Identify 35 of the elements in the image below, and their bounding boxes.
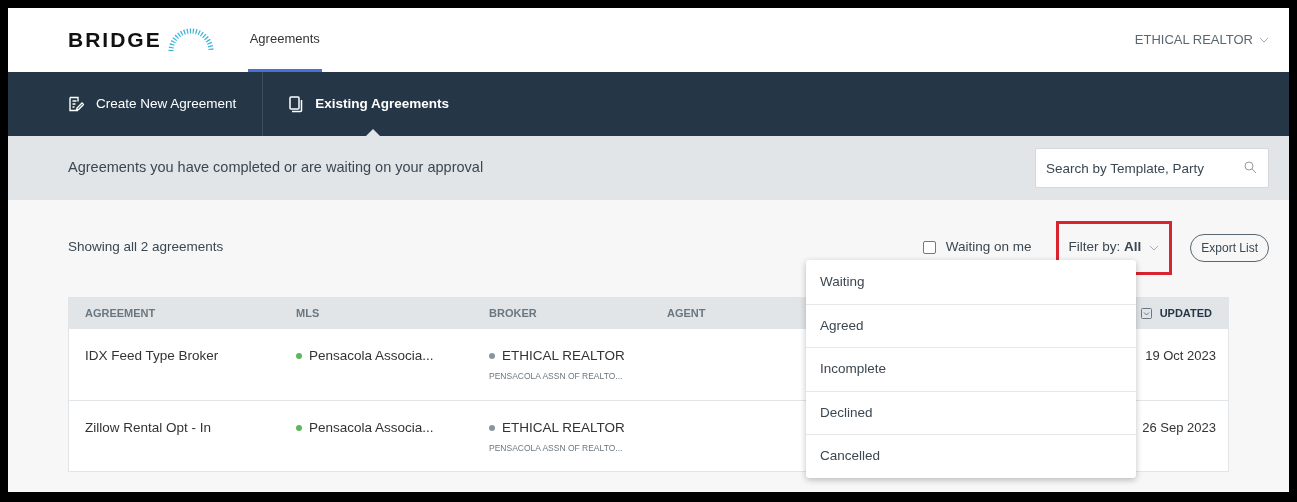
logo-arc-icon	[167, 28, 214, 52]
filter-option[interactable]: Declined	[806, 390, 1136, 434]
checkbox-label: Waiting on me	[945, 238, 1032, 257]
logo-text: BRIDGE	[68, 27, 162, 54]
result-count: Showing all 2 agreements	[68, 238, 224, 257]
filter-option[interactable]: Waiting	[806, 260, 1136, 304]
page-description: Agreements you have completed or are waiting on your approval	[68, 158, 484, 178]
broker-name: ETHICAL REALTOR	[502, 419, 625, 437]
updated-date: 26 Sep 2023	[1142, 419, 1217, 437]
agreement-name[interactable]: Zillow Rental Opt - In	[69, 418, 212, 439]
search-field[interactable]: Search by Template, Party	[1035, 148, 1269, 188]
filter-option[interactable]: Cancelled	[806, 434, 1136, 478]
column-header[interactable]: BROKER	[489, 305, 537, 322]
sort-icon[interactable]	[1140, 308, 1152, 319]
documents-icon	[289, 95, 304, 113]
column-header[interactable]: AGREEMENT	[69, 305, 156, 322]
column-header[interactable]: UPDATED	[1159, 305, 1212, 322]
agreement-name[interactable]: IDX Feed Type Broker	[69, 346, 219, 367]
chevron-down-icon	[1259, 37, 1269, 43]
broker-office: PENSACOLA ASSN OF REALTO...	[489, 442, 624, 455]
column-header[interactable]: AGENT	[667, 305, 706, 322]
waiting-checkbox[interactable]	[922, 241, 936, 254]
search-icon	[1244, 161, 1257, 174]
mls-name: Pensacola Associa...	[309, 347, 434, 365]
filter-option[interactable]: Agreed	[806, 303, 1136, 347]
broker-name: ETHICAL REALTOR	[502, 347, 625, 365]
column-header[interactable]: MLS	[296, 305, 320, 322]
chevron-down-icon	[1149, 244, 1160, 251]
broker-office: PENSACOLA ASSN OF REALTO...	[489, 370, 624, 383]
edit-document-icon	[68, 96, 84, 112]
filter-dropdown[interactable]: Filter by: All	[1068, 237, 1160, 258]
mls-name: Pensacola Associa...	[309, 419, 434, 437]
filter-option[interactable]: Incomplete	[806, 347, 1136, 391]
account-menu[interactable]: ETHICAL REALTOR	[1134, 30, 1269, 50]
updated-date: 19 Oct 2023	[1145, 347, 1217, 365]
